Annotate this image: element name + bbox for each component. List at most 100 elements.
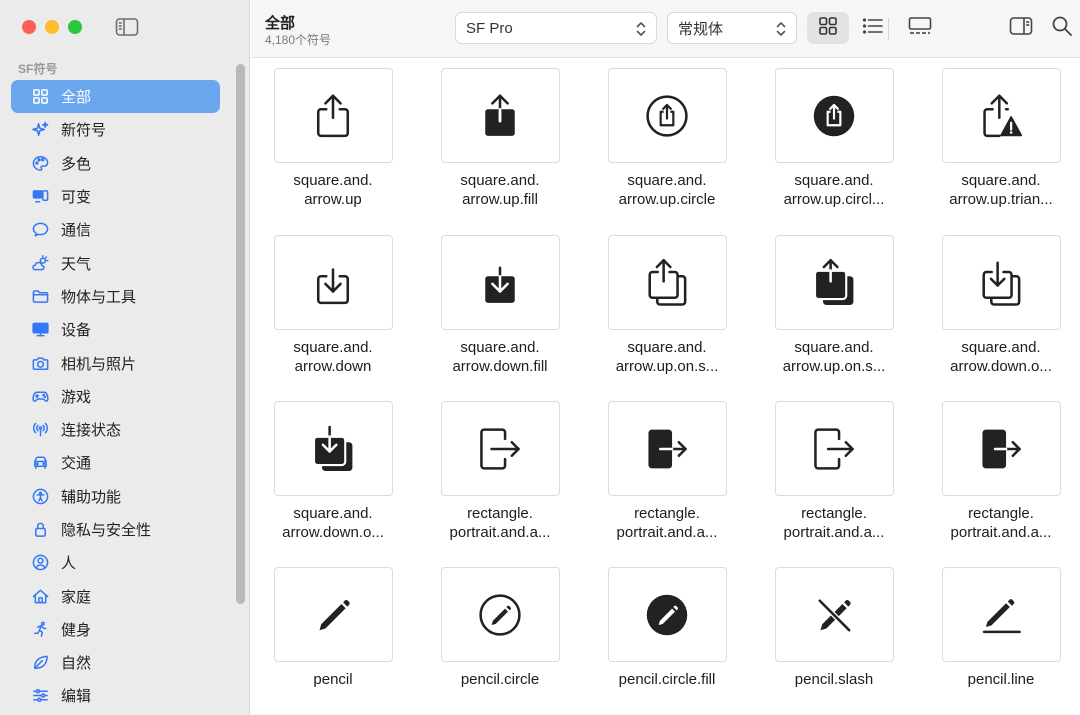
sidebar-item-privacy-security[interactable]: 隐私与安全性 [11, 513, 220, 546]
sidebar-item-label: 隐私与安全性 [61, 522, 152, 539]
square-and-arrow-up-trianglebadge-icon [983, 93, 1023, 137]
symbol-cell[interactable]: square.and. arrow.down.fill [425, 235, 575, 376]
symbol-cell[interactable]: square.and. arrow.down.o... [258, 401, 408, 542]
symbol-tile[interactable] [941, 401, 1061, 496]
symbol-tile[interactable] [440, 401, 560, 496]
sidebar-item-fitness[interactable]: 健身 [11, 613, 220, 646]
sidebar-item-devices[interactable]: 设备 [11, 313, 220, 346]
symbol-tile[interactable] [607, 401, 727, 496]
symbol-tile[interactable] [273, 235, 393, 330]
sidebar-item-all[interactable]: 全部 [11, 80, 220, 114]
symbol-cell[interactable]: square.and. arrow.up.on.s... [592, 235, 742, 376]
gallery-view-icon [908, 16, 932, 41]
sidebar-item-variable[interactable]: 可变 [11, 180, 220, 213]
rectangle-portrait-and-arrow-right-fill-icon [648, 429, 687, 468]
symbol-cell[interactable]: square.and. arrow.up.circle [592, 68, 742, 209]
symbol-tile[interactable] [607, 567, 727, 662]
symbol-name: pencil.slash [794, 671, 874, 688]
sidebar-item-accessibility[interactable]: 辅助功能 [11, 480, 220, 513]
symbol-cell[interactable]: pencil.slash [759, 567, 909, 689]
symbol-cell[interactable]: square.and. arrow.up.trian... [926, 68, 1076, 209]
symbol-cell[interactable]: pencil.line [926, 567, 1076, 689]
sidebar-toggle-icon[interactable] [115, 17, 139, 42]
symbol-tile[interactable] [440, 567, 560, 662]
symbol-cell[interactable]: pencil.circle [425, 567, 575, 689]
symbol-cell[interactable]: pencil [258, 567, 408, 689]
antenna-icon [31, 421, 49, 439]
search-button[interactable] [1047, 12, 1077, 44]
symbol-tile[interactable] [774, 401, 894, 496]
symbol-name: pencil.line [967, 671, 1035, 688]
sidebar-item-new[interactable]: 新符号 [11, 113, 220, 146]
sidebar-item-gaming[interactable]: 游戏 [11, 380, 220, 413]
sidebar-scrollbar[interactable] [236, 64, 245, 604]
sidebar-item-label: 游戏 [61, 388, 92, 406]
sidebar-item-editing[interactable]: 编辑 [11, 679, 220, 712]
symbol-tile[interactable] [607, 235, 727, 330]
sidebar-item-label: 人 [61, 555, 77, 573]
symbol-cell[interactable]: square.and. arrow.down.o... [926, 235, 1076, 376]
font-select[interactable]: SF Pro [455, 12, 657, 44]
symbol-cell[interactable]: pencil.circle.fill [592, 567, 742, 689]
symbol-name: square.and. arrow.up.circl... [783, 172, 885, 208]
symbol-tile[interactable] [774, 235, 894, 330]
symbol-cell[interactable]: rectangle. portrait.and.a... [759, 401, 909, 542]
message-icon [31, 221, 49, 239]
sidebar-item-multicolor[interactable]: 多色 [11, 147, 220, 180]
sidebar-item-nature[interactable]: 自然 [11, 646, 220, 679]
symbol-tile[interactable] [273, 68, 393, 163]
sidebar-item-communication[interactable]: 通信 [11, 213, 220, 246]
symbol-cell[interactable]: rectangle. portrait.and.a... [926, 401, 1076, 542]
symbol-name: rectangle. portrait.and.a... [950, 505, 1052, 541]
sidebar-item-transportation[interactable]: 交通 [11, 446, 220, 479]
minimize-window-button[interactable] [45, 20, 59, 34]
symbol-tile[interactable] [941, 567, 1061, 662]
pencil-line-icon [982, 598, 1021, 633]
chevron-up-down-icon [775, 20, 787, 42]
inspector-toggle-button[interactable] [1000, 12, 1042, 44]
sidebar-item-home[interactable]: 家庭 [11, 579, 220, 612]
symbol-tile[interactable] [941, 235, 1061, 330]
sidebar-item-connectivity[interactable]: 连接状态 [11, 413, 220, 446]
square-and-arrow-down-on-square-icon [982, 260, 1021, 306]
sidebar-item-weather[interactable]: 天气 [11, 246, 220, 279]
symbol-tile[interactable] [273, 567, 393, 662]
square-and-arrow-down-fill-icon [485, 266, 515, 303]
symbol-cell[interactable]: square.and. arrow.up.on.s... [759, 235, 909, 376]
pencil-circle-icon [479, 593, 521, 636]
close-window-button[interactable] [22, 20, 36, 34]
symbol-cell[interactable]: square.and. arrow.up [258, 68, 408, 209]
person-circle-icon [31, 554, 49, 572]
sidebar-item-label: 家庭 [61, 588, 92, 606]
grid-view-button[interactable] [807, 12, 849, 44]
symbol-cell[interactable]: square.and. arrow.up.circl... [759, 68, 909, 209]
gallery-view-button[interactable] [899, 12, 941, 44]
sidebar-item-label: 全部 [61, 89, 92, 107]
symbol-cell[interactable]: rectangle. portrait.and.a... [592, 401, 742, 542]
symbol-tile[interactable] [774, 567, 894, 662]
symbol-cell[interactable]: square.and. arrow.up.fill [425, 68, 575, 209]
sidebar-item-label: 辅助功能 [61, 488, 122, 506]
sparkles-icon [31, 121, 49, 139]
symbol-tile[interactable] [607, 68, 727, 163]
grid-icon [31, 88, 49, 106]
symbol-tile[interactable] [440, 68, 560, 163]
sidebar-item-human[interactable]: 人 [11, 546, 220, 579]
font-select-value: SF Pro [466, 19, 513, 37]
symbol-tile[interactable] [440, 235, 560, 330]
symbol-name: square.and. arrow.down.fill [452, 339, 548, 375]
symbol-name: pencil [313, 671, 353, 688]
weight-select-value: 常规体 [678, 20, 724, 38]
zoom-window-button[interactable] [68, 20, 82, 34]
symbol-tile[interactable] [273, 401, 393, 496]
square-and-arrow-up-circle-icon [646, 94, 688, 137]
symbol-tile[interactable] [941, 68, 1061, 163]
symbol-grid: square.and. arrow.up square.and. arrow.up… [251, 58, 1080, 715]
toolbar-divider [888, 18, 889, 40]
sidebar-item-objects-tools[interactable]: 物体与工具 [11, 280, 220, 313]
weight-select[interactable]: 常规体 [667, 12, 797, 44]
symbol-cell[interactable]: rectangle. portrait.and.a... [425, 401, 575, 542]
symbol-tile[interactable] [774, 68, 894, 163]
symbol-cell[interactable]: square.and. arrow.down [258, 235, 408, 376]
sidebar-item-camera-photos[interactable]: 相机与照片 [11, 346, 220, 379]
